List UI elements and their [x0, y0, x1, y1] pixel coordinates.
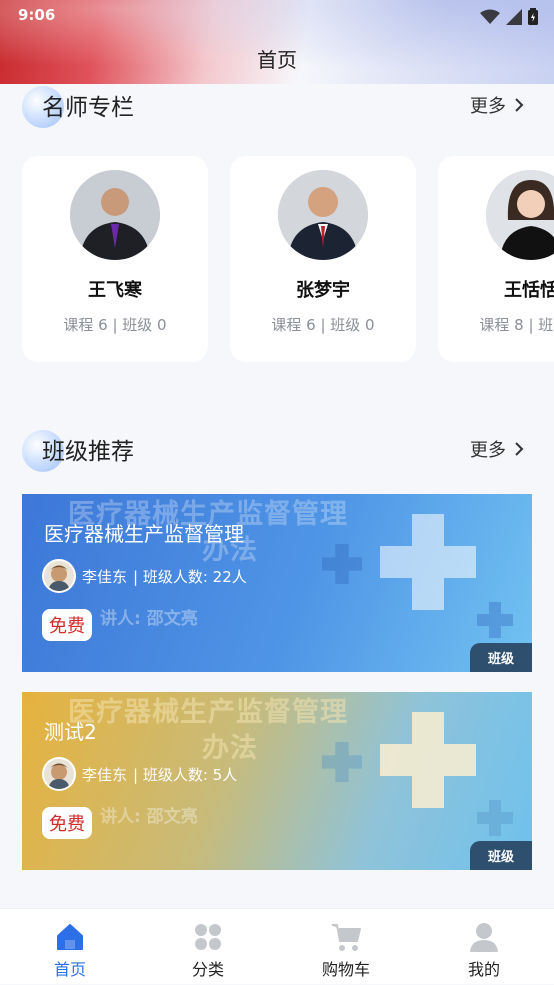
tab-label: 购物车 [321, 960, 370, 979]
bottom-tab-bar: 首页 分类 购物车 我的 [0, 908, 554, 984]
page-title: 首页 [257, 48, 297, 72]
status-icons [480, 8, 538, 25]
cart-icon [332, 924, 361, 951]
card-background-lecturer: 讲人: 邵文亮 [100, 609, 198, 629]
medical-cross-decoration [477, 602, 513, 638]
class-teacher-name: 李佳东 [82, 765, 128, 784]
classes-section-header: 班级推荐 更多 [22, 426, 532, 472]
more-label: 更多 [470, 96, 506, 117]
tab-home[interactable]: 首页 [20, 909, 120, 985]
teachers-more-link[interactable]: 更多 [470, 92, 524, 118]
teacher-carousel[interactable]: 王飞寒 课程 6 | 班级 0 张梦宇 课程 6 | 班级 0 王恬恬 课程 8… [22, 156, 554, 362]
class-student-count: | 班级人数: 5人 [133, 765, 238, 784]
status-time: 9:06 [18, 6, 56, 24]
battery-icon [528, 8, 538, 25]
chevron-right-icon [515, 98, 524, 112]
teacher-avatar [70, 170, 160, 260]
teacher-card[interactable]: 王飞寒 课程 6 | 班级 0 [22, 156, 208, 362]
card-background-lecturer: 讲人: 邵文亮 [100, 807, 198, 827]
class-card[interactable]: 医疗器械生产监督管理 办法 测试2 李佳东 | 班级人数: 5人 讲人: 邵文亮… [22, 692, 532, 870]
medical-cross-decoration [380, 514, 476, 610]
class-teacher-row: 李佳东 | 班级人数: 5人 [42, 757, 237, 791]
card-background-text: 医疗器械生产监督管理 [68, 697, 348, 728]
signal-icon [506, 8, 522, 25]
teacher-name: 王飞寒 [88, 280, 142, 301]
teacher-meta: 课程 6 | 班级 0 [63, 316, 167, 334]
teacher-meta: 课程 6 | 班级 0 [271, 316, 375, 334]
teacher-card[interactable]: 王恬恬 课程 8 | 班级 0 [438, 156, 554, 362]
teachers-section-header: 名师专栏 更多 [22, 82, 532, 128]
teacher-card[interactable]: 张梦宇 课程 6 | 班级 0 [230, 156, 416, 362]
chevron-right-icon [515, 442, 524, 456]
medical-cross-decoration [380, 712, 476, 808]
teacher-name: 王恬恬 [504, 280, 554, 301]
medical-cross-decoration [477, 800, 513, 836]
more-label: 更多 [470, 440, 506, 461]
medical-cross-decoration [322, 544, 362, 584]
classes-more-link[interactable]: 更多 [470, 436, 524, 462]
free-badge: 免费 [42, 609, 92, 641]
teacher-avatar [42, 559, 76, 593]
class-student-count: | 班级人数: 22人 [133, 567, 247, 586]
wifi-icon [480, 9, 500, 24]
free-badge: 免费 [42, 807, 92, 839]
class-teacher-name: 李佳东 [82, 567, 128, 586]
status-bar: 9:06 [0, 6, 554, 28]
teacher-name: 张梦宇 [296, 280, 350, 301]
class-card[interactable]: 医疗器械生产监督管理 办法 医疗器械生产监督管理 李佳东 | 班级人数: 22人… [22, 494, 532, 672]
class-teacher-row: 李佳东 | 班级人数: 22人 [42, 559, 247, 593]
teacher-avatar [278, 170, 368, 260]
tab-label: 我的 [467, 960, 500, 979]
class-type-tag: 班级 [469, 643, 532, 672]
category-icon [195, 924, 221, 950]
tab-profile[interactable]: 我的 [434, 909, 534, 985]
profile-icon [470, 923, 498, 952]
medical-cross-decoration [322, 742, 362, 782]
top-banner: 9:06 首页 [0, 0, 554, 84]
home-icon [57, 924, 83, 950]
class-type-tag: 班级 [469, 841, 532, 870]
tab-cart[interactable]: 购物车 [296, 909, 396, 985]
classes-section-title: 班级推荐 [42, 439, 134, 465]
tab-label: 首页 [53, 960, 86, 979]
class-title: 医疗器械生产监督管理 [44, 522, 244, 546]
teacher-avatar [486, 170, 554, 260]
teacher-avatar [42, 757, 76, 791]
tab-label: 分类 [191, 960, 224, 979]
class-title: 测试2 [44, 720, 97, 744]
tab-category[interactable]: 分类 [158, 909, 258, 985]
teacher-meta: 课程 8 | 班级 0 [479, 316, 554, 334]
teachers-section-title: 名师专栏 [42, 95, 134, 121]
